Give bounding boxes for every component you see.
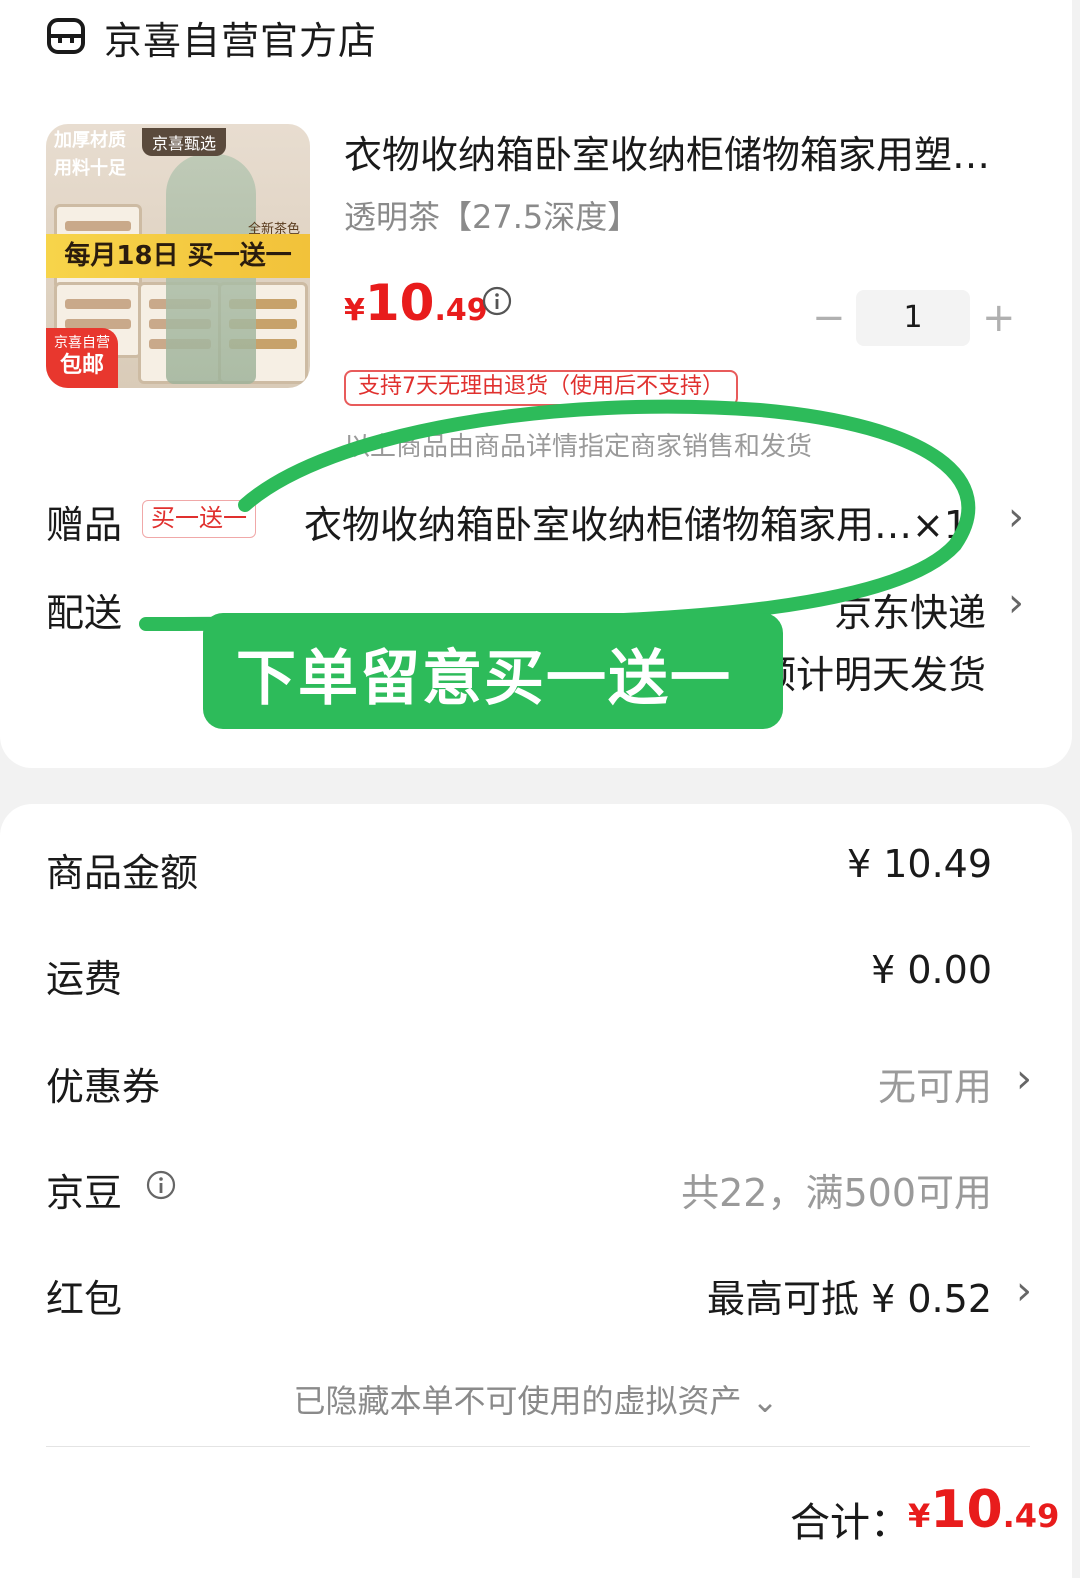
product-image[interactable]: 加厚材质 用料十足 京喜甄选 全新茶色 每月18日 买一送一 京喜自营 包邮 <box>46 124 310 388</box>
price-currency: ¥ <box>344 293 365 328</box>
gift-label: 赠品 <box>46 503 123 547</box>
image-promo-banner: 每月18日 买一送一 <box>46 234 310 278</box>
store-name[interactable]: 京喜自营官方店 <box>104 10 377 65</box>
price-info-icon[interactable] <box>482 286 512 316</box>
total-price: ¥10.49 <box>908 1480 1059 1540</box>
image-tag-line2: 用料十足 <box>54 158 126 179</box>
redpacket-chevron-right-icon[interactable]: › <box>1016 1268 1032 1314</box>
shipping-value: ¥ 0.00 <box>871 948 992 992</box>
quantity-decrease-button[interactable]: − <box>812 298 846 340</box>
total-currency: ¥ <box>908 1497 931 1535</box>
image-brand-tag: 京喜甄选 <box>142 128 227 156</box>
coupon-value[interactable]: 无可用 <box>878 1056 992 1111</box>
gift-item-text[interactable]: 衣物收纳箱卧室收纳柜储物箱家用…×1 <box>304 494 984 549</box>
product-spec[interactable]: 透明茶【27.5深度】 <box>344 192 639 238</box>
coupon-chevron-right-icon[interactable]: › <box>1016 1056 1032 1102</box>
delivery-chevron-right-icon[interactable]: › <box>1008 580 1024 626</box>
store-icon <box>47 18 85 54</box>
redpacket-value[interactable]: 最高可抵 ¥ 0.52 <box>707 1268 992 1323</box>
annotation-label-text: 下单留意买一送一 <box>236 644 732 714</box>
delivery-label: 配送 <box>46 591 123 635</box>
jingdou-value: 共22，满500可用 <box>681 1171 992 1215</box>
total-label: 合计： <box>790 1500 910 1546</box>
jingdou-label: 京豆 <box>46 1171 123 1215</box>
image-tag-line1: 加厚材质 <box>54 130 126 151</box>
delivery-time: 预计明天发货 <box>757 653 986 697</box>
price-integer: 10 <box>364 274 435 332</box>
product-price: ¥10.49 <box>344 274 488 332</box>
image-free-shipping-tag: 京喜自营 包邮 <box>46 328 118 388</box>
product-title[interactable]: 衣物收纳箱卧室收纳柜储物箱家用塑… <box>344 124 1034 179</box>
redpacket-label: 红包 <box>46 1277 123 1321</box>
goods-amount-value: ¥ 10.49 <box>846 842 992 886</box>
jingdou-info-icon[interactable] <box>146 1170 176 1200</box>
gift-promo-tag: 买一送一 <box>142 500 256 538</box>
hidden-assets-toggle[interactable]: 已隐藏本单不可使用的虚拟资产 ⌄ <box>0 1376 1072 1422</box>
free-line2: 包邮 <box>59 353 104 378</box>
return-policy-tag: 支持7天无理由退货（使用后不支持） <box>344 370 738 406</box>
total-integer: 10 <box>930 1480 1003 1540</box>
quantity-field[interactable]: 1 <box>856 290 970 346</box>
shipping-label: 运费 <box>46 957 123 1001</box>
free-line1: 京喜自营 <box>54 335 110 351</box>
delivery-method[interactable]: 京东快递 <box>834 582 986 637</box>
seller-note: 以上商品由商品详情指定商家销售和发货 <box>344 432 813 462</box>
coupon-label: 优惠券 <box>46 1065 161 1109</box>
gift-chevron-right-icon[interactable]: › <box>1008 494 1024 540</box>
goods-amount-label: 商品金额 <box>46 851 199 895</box>
divider <box>46 1446 1030 1447</box>
price-decimal: .49 <box>434 293 488 328</box>
quantity-increase-button[interactable]: + <box>982 298 1016 338</box>
total-decimal: .49 <box>1002 1497 1060 1535</box>
